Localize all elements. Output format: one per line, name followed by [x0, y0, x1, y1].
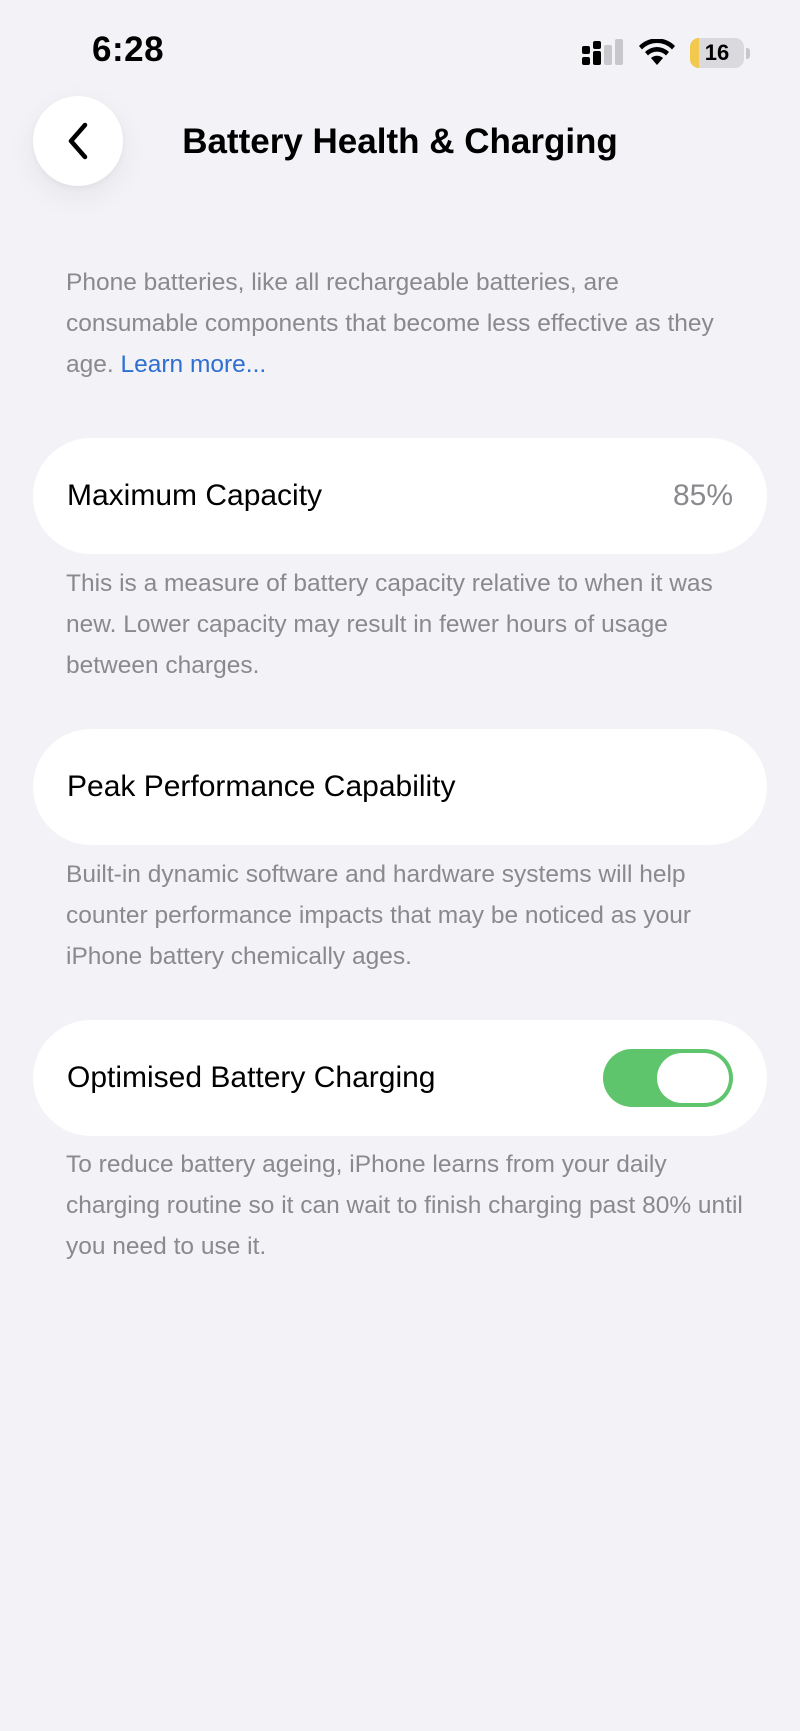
peak-performance-label: Peak Performance Capability — [67, 770, 456, 803]
wifi-icon — [639, 39, 675, 65]
optimised-charging-toggle[interactable] — [603, 1049, 733, 1107]
battery-cap — [746, 47, 750, 59]
peak-performance-footnote: Built-in dynamic software and hardware s… — [66, 861, 692, 970]
page-title: Battery Health & Charging — [0, 122, 800, 162]
maximum-capacity-label: Maximum Capacity — [67, 479, 323, 512]
status-bar: 6:28 16 — [0, 0, 800, 100]
battery-percent: 16 — [704, 40, 730, 65]
cellular-signal-icon — [582, 39, 623, 65]
optimised-charging-footnote: To reduce battery ageing, iPhone learns … — [66, 1151, 743, 1260]
page-title-text: Battery Health & Charging — [182, 122, 618, 161]
peak-performance-row: Peak Performance Capability — [33, 729, 767, 845]
optimised-charging-row: Optimised Battery Charging — [33, 1020, 767, 1136]
maximum-capacity-row: Maximum Capacity 85% — [33, 438, 767, 554]
maximum-capacity-value: 85% — [672, 479, 733, 512]
learn-more-link[interactable]: Learn more... — [121, 351, 267, 378]
battery-icon: 16 — [690, 38, 744, 68]
toggle-knob — [657, 1053, 729, 1103]
status-icons: 16 — [582, 38, 750, 68]
status-time: 6:28 — [92, 30, 165, 69]
maximum-capacity-footnote: This is a measure of battery capacity re… — [66, 570, 713, 679]
optimised-charging-label: Optimised Battery Charging — [67, 1061, 436, 1094]
intro-text: Phone batteries, like all rechargeable b… — [66, 262, 746, 385]
